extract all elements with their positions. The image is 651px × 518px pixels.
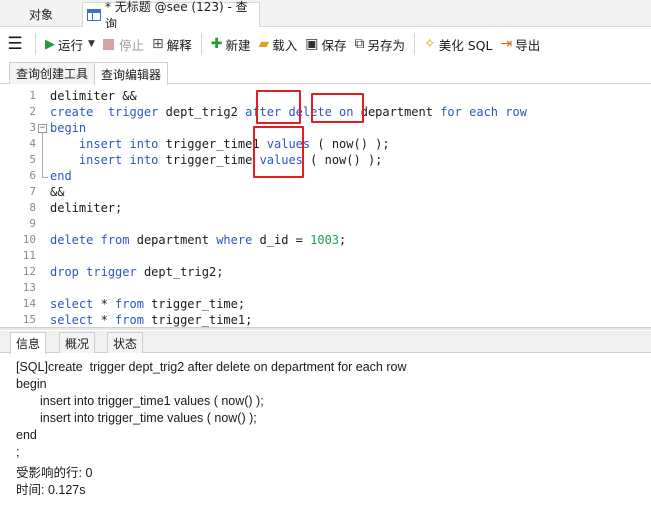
line-number: 15	[22, 313, 36, 326]
line-number: 1	[29, 89, 36, 102]
line-number: 12	[22, 265, 36, 278]
run-label: 运行	[58, 37, 84, 53]
tab-overview-label: 概况	[65, 336, 90, 351]
code-line: delete from department where d_id = 1003…	[50, 233, 347, 247]
annotation-highlight-box	[311, 93, 364, 123]
output-line: 时间: 0.127s	[16, 483, 86, 497]
fold-end-guide	[42, 177, 48, 178]
save-as-button[interactable]: ⧉ 另存为	[351, 32, 410, 56]
line-number: 9	[29, 217, 36, 230]
line-number: 5	[29, 153, 36, 166]
output-line: insert into trigger_time values ( now() …	[40, 411, 257, 425]
explain-icon: ⊞	[151, 36, 164, 52]
stop-button[interactable]: 停止	[99, 32, 148, 56]
tab-info-label: 信息	[16, 337, 41, 351]
line-number: 14	[22, 297, 36, 310]
save-as-label: 另存为	[367, 37, 406, 53]
save-as-icon: ⧉	[354, 36, 365, 52]
code-line: select * from trigger_time1;	[50, 313, 253, 327]
tab-query-editor[interactable]: 查询编辑器	[94, 62, 169, 85]
output-line: [SQL]create trigger dept_trig2 after del…	[16, 360, 407, 374]
query-toolbar: ☰ ▶ 运行 ▼ 停止 ⊞ 解释 ✚ 新建 ▰ 载入 ▣ 保存 ⧉ 另存为 ✧ …	[0, 28, 651, 60]
sql-editor[interactable]: 1 delimiter && 2 create trigger dept_trig2 …	[0, 85, 651, 327]
export-label: 导出	[515, 37, 541, 53]
code-line: drop trigger dept_trig2;	[50, 265, 224, 279]
play-icon: ▶	[45, 36, 55, 52]
line-number: 11	[22, 249, 36, 262]
line-number: 6	[29, 169, 36, 182]
code-line: insert into trigger_time values ( now() …	[78, 153, 383, 167]
output-line: ;	[16, 445, 20, 459]
line-number: 10	[22, 233, 36, 246]
new-label: 新建	[225, 37, 251, 53]
load-button[interactable]: ▰ 载入	[254, 32, 301, 56]
new-button[interactable]: ✚ 新建	[207, 32, 255, 56]
output-line: insert into trigger_time1 values ( now()…	[40, 394, 264, 408]
output-line: end	[16, 428, 37, 442]
line-number: 7	[29, 185, 36, 198]
tab-objects[interactable]: 对象	[0, 2, 82, 27]
tab-status-label: 状态	[113, 336, 138, 351]
stop-icon	[102, 38, 114, 50]
annotation-highlight-box	[253, 126, 304, 178]
fold-guide	[42, 133, 43, 177]
code-line: delimiter &&	[50, 89, 137, 103]
line-number: 13	[22, 281, 36, 294]
code-line: &&	[50, 185, 65, 199]
tab-info[interactable]: 信息	[10, 332, 47, 354]
run-button[interactable]: ▶ 运行 ▼	[41, 32, 99, 56]
result-tabs: 信息 概况 状态	[0, 331, 651, 354]
tab-objects-label: 对象	[28, 8, 53, 22]
chevron-down-icon[interactable]: ▼	[88, 39, 95, 49]
beautify-label: 美化 SQL	[438, 37, 493, 53]
tab-status[interactable]: 状态	[107, 332, 144, 353]
tab-query-builder-label: 查询创建工具	[16, 67, 89, 81]
tab-query[interactable]: * 无标题 @see (123) - 查询	[82, 0, 260, 31]
export-button[interactable]: ⇥ 导出	[496, 32, 544, 56]
line-number: 2	[29, 105, 36, 118]
query-table-icon	[87, 9, 101, 21]
tab-overview[interactable]: 概况	[59, 332, 96, 353]
save-button[interactable]: ▣ 保存	[301, 32, 350, 56]
new-query-icon: ✚	[210, 36, 223, 52]
line-number: 8	[29, 201, 36, 214]
line-number: 3	[29, 121, 36, 134]
tab-query-editor-label: 查询编辑器	[101, 67, 162, 82]
menu-button[interactable]: ☰	[0, 32, 30, 56]
code-line: delimiter;	[50, 201, 123, 215]
toolbar-divider	[35, 33, 36, 55]
explain-button[interactable]: ⊞ 解释	[148, 32, 196, 56]
fold-toggle-icon[interactable]: −	[38, 124, 47, 133]
code-line: insert into trigger_time1 values ( now()…	[78, 137, 390, 151]
magic-wand-icon: ✧	[424, 36, 436, 52]
annotation-highlight-box	[256, 90, 301, 124]
save-icon: ▣	[305, 36, 319, 52]
load-label: 载入	[272, 37, 298, 53]
code-line: end	[50, 169, 72, 183]
toolbar-divider	[200, 33, 202, 55]
toolbar-divider	[414, 33, 416, 55]
save-label: 保存	[321, 37, 347, 53]
message-output: [SQL]create trigger dept_trig2 after del…	[0, 354, 651, 518]
export-icon: ⇥	[500, 36, 513, 52]
line-number: 4	[29, 137, 36, 150]
stop-label: 停止	[118, 37, 144, 53]
beautify-sql-button[interactable]: ✧ 美化 SQL	[420, 32, 496, 56]
tab-query-builder[interactable]: 查询创建工具	[9, 62, 96, 84]
code-line: select * from trigger_time;	[50, 297, 246, 311]
window-tab-bar: 对象 * 无标题 @see (123) - 查询	[0, 0, 651, 31]
menu-icon: ☰	[7, 34, 23, 54]
code-line: begin	[50, 121, 87, 135]
query-mode-tabs: 查询创建工具 查询编辑器	[0, 60, 651, 85]
output-line: begin	[16, 377, 47, 391]
explain-label: 解释	[166, 37, 192, 53]
folder-icon: ▰	[258, 36, 270, 52]
pane-splitter[interactable]	[0, 327, 651, 330]
